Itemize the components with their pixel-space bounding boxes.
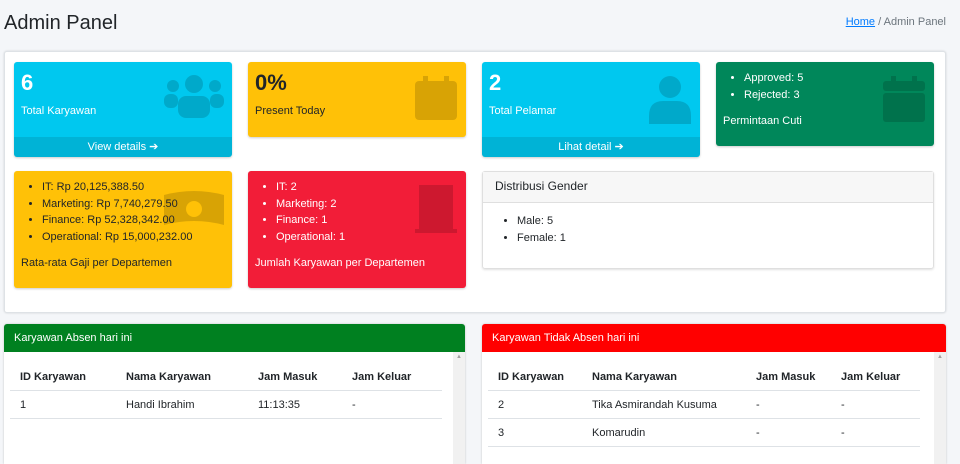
table-row: 2 Tika Asmirandah Kusuma - - [488, 390, 920, 419]
breadcrumb: Home / Admin Panel [846, 16, 946, 28]
col-nama: Nama Karyawan [582, 364, 746, 391]
breadcrumb-separator: / [878, 16, 882, 28]
present-today-label: Present Today [255, 105, 326, 117]
gaji-item: IT: Rp 20,125,388.50 [42, 179, 192, 196]
total-pelamar-value: 2 [489, 70, 502, 95]
col-jam-masuk: Jam Masuk [746, 364, 831, 391]
present-today-value: 0% [255, 70, 287, 95]
total-karyawan-label: Total Karyawan [21, 105, 97, 117]
page-title: Admin Panel [4, 12, 118, 34]
scrollbar[interactable] [934, 352, 946, 464]
jumlah-karyawan-card: IT: 2 Marketing: 2 Finance: 1 Operationa… [248, 171, 466, 288]
view-details-label: View details [87, 141, 147, 153]
cell-id: 3 [488, 418, 582, 447]
permintaan-cuti-card: Approved: 5 Rejected: 3 Permintaan Cuti [716, 62, 934, 146]
table-row: 3 Komarudin - - [488, 418, 920, 447]
lihat-detail-label: Lihat detail [558, 141, 612, 153]
user-tie-icon [649, 76, 691, 124]
gaji-item: Finance: Rp 52,328,342.00 [42, 212, 192, 229]
departemen-item: Operational: 1 [276, 229, 345, 246]
scrollbar[interactable] [453, 352, 465, 464]
cell-jam-masuk: 11:13:35 [248, 390, 342, 419]
departemen-item: IT: 2 [276, 179, 345, 196]
breadcrumb-current: Admin Panel [883, 16, 946, 28]
cuti-list: Approved: 5 Rejected: 3 [728, 70, 803, 103]
col-jam-masuk: Jam Masuk [248, 364, 342, 391]
tidak-absen-card-title: Karyawan Tidak Absen hari ini [482, 324, 946, 352]
tidak-absen-card: Karyawan Tidak Absen hari ini ID Karyawa… [482, 324, 946, 464]
permintaan-cuti-label: Permintaan Cuti [723, 115, 802, 127]
col-id: ID Karyawan [488, 364, 582, 391]
rata-gaji-card: IT: Rp 20,125,388.50 Marketing: Rp 7,740… [14, 171, 232, 288]
gender-card: Distribusi Gender Male: 5 Female: 1 [482, 171, 934, 269]
arrow-circle-right-icon: ➔ [149, 141, 159, 153]
total-karyawan-value: 6 [21, 70, 34, 95]
cell-jam-keluar: - [831, 418, 920, 447]
gender-list: Male: 5 Female: 1 [483, 203, 933, 246]
col-jam-keluar: Jam Keluar [342, 364, 442, 391]
cell-id: 2 [488, 390, 582, 419]
cell-nama: Tika Asmirandah Kusuma [582, 390, 746, 419]
users-icon [164, 75, 224, 118]
cuti-rejected: Rejected: 3 [744, 87, 803, 104]
calendar-icon [415, 76, 457, 120]
rata-gaji-label: Rata-rata Gaji per Departemen [21, 257, 173, 269]
cuti-approved: Approved: 5 [744, 70, 803, 87]
arrow-circle-right-icon: ➔ [614, 141, 624, 153]
col-jam-keluar: Jam Keluar [831, 364, 920, 391]
cell-jam-keluar: - [831, 390, 920, 419]
table-header-row: ID Karyawan Nama Karyawan Jam Masuk Jam … [488, 364, 920, 391]
lihat-detail-link[interactable]: Lihat detail ➔ [482, 137, 700, 157]
cell-id: 1 [10, 390, 116, 419]
gaji-item: Marketing: Rp 7,740,279.50 [42, 196, 192, 213]
departemen-list: IT: 2 Marketing: 2 Finance: 1 Operationa… [260, 179, 345, 245]
jumlah-karyawan-label: Jumlah Karyawan per Departemen [255, 257, 425, 269]
gaji-item: Operational: Rp 15,000,232.00 [42, 229, 192, 246]
cell-jam-masuk: - [746, 418, 831, 447]
departemen-item: Marketing: 2 [276, 196, 345, 213]
present-today-card: 0% Present Today [248, 62, 466, 137]
gender-item: Female: 1 [517, 230, 933, 247]
gender-item: Male: 5 [517, 213, 933, 230]
view-details-link[interactable]: View details ➔ [14, 137, 232, 157]
cell-jam-masuk: - [746, 390, 831, 419]
cell-nama: Handi Ibrahim [116, 390, 248, 419]
tidak-absen-table: ID Karyawan Nama Karyawan Jam Masuk Jam … [488, 364, 920, 447]
cell-nama: Komarudin [582, 418, 746, 447]
departemen-item: Finance: 1 [276, 212, 345, 229]
building-icon [415, 185, 457, 233]
breadcrumb-home-link[interactable]: Home [846, 16, 875, 28]
calendar-alt-icon [883, 76, 925, 122]
absen-table: ID Karyawan Nama Karyawan Jam Masuk Jam … [10, 364, 442, 419]
total-pelamar-label: Total Pelamar [489, 105, 557, 117]
absen-card-title: Karyawan Absen hari ini [4, 324, 465, 352]
absen-card: Karyawan Absen hari ini ID Karyawan Nama… [4, 324, 465, 464]
gaji-list: IT: Rp 20,125,388.50 Marketing: Rp 7,740… [26, 179, 192, 245]
table-header-row: ID Karyawan Nama Karyawan Jam Masuk Jam … [10, 364, 442, 391]
cell-jam-keluar: - [342, 390, 442, 419]
col-nama: Nama Karyawan [116, 364, 248, 391]
total-pelamar-card: 2 Total Pelamar Lihat detail ➔ [482, 62, 700, 157]
table-row: 1 Handi Ibrahim 11:13:35 - [10, 390, 442, 419]
col-id: ID Karyawan [10, 364, 116, 391]
total-karyawan-card: 6 Total Karyawan View details ➔ [14, 62, 232, 157]
gender-card-title: Distribusi Gender [483, 172, 933, 203]
